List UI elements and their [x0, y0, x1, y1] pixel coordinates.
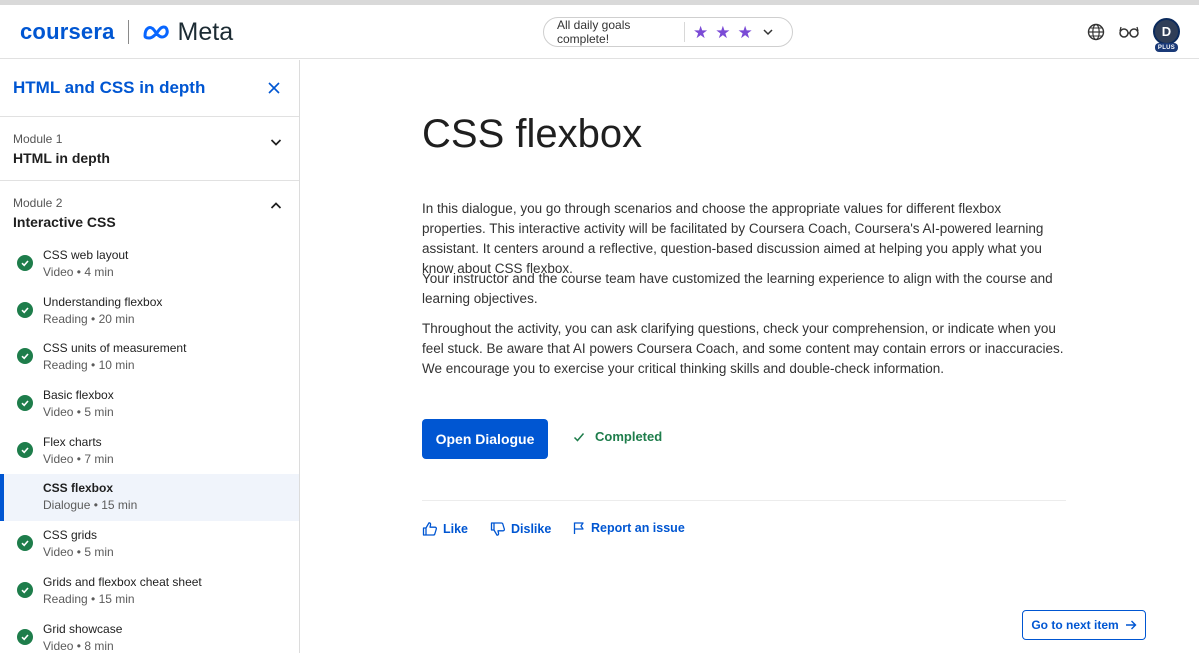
meta-infinity-icon	[143, 25, 169, 40]
list-item[interactable]: Grids and flexbox cheat sheet Reading • …	[0, 568, 299, 615]
star-icon: ★	[715, 22, 731, 42]
goals-separator	[684, 22, 685, 42]
list-item[interactable]: CSS units of measurement Reading • 10 mi…	[0, 334, 299, 381]
open-dialogue-button[interactable]: Open Dialogue	[422, 419, 548, 459]
item-title: CSS units of measurement	[43, 341, 187, 356]
list-item-selected[interactable]: CSS flexbox Dialogue • 15 min	[0, 474, 299, 522]
item-meta: Video • 7 min	[43, 451, 114, 466]
item-meta: Video • 4 min	[43, 265, 114, 279]
daily-goals-pill[interactable]: All daily goals complete! ★ ★ ★	[543, 17, 793, 47]
list-item[interactable]: Flex charts Video • 7 min	[0, 428, 299, 475]
chevron-down-icon[interactable]	[762, 26, 774, 38]
next-item-button[interactable]: Go to next item	[1022, 610, 1146, 640]
list-item[interactable]: Basic flexbox Video • 5 min	[0, 381, 299, 428]
meta-wordmark: Meta	[177, 17, 234, 46]
coursera-logo[interactable]: coursera	[20, 19, 115, 45]
item-meta: Reading • 20 min	[43, 311, 135, 326]
top-header: coursera Meta All daily goals complete! …	[0, 5, 1199, 59]
item-title: CSS flexbox	[43, 481, 114, 496]
plus-badge: PLUS	[1155, 43, 1178, 52]
check-circle-icon	[17, 395, 33, 412]
check-icon	[573, 431, 585, 443]
module-name: Interactive CSS	[13, 214, 116, 230]
globe-icon[interactable]	[1086, 22, 1106, 42]
check-circle-icon	[17, 348, 33, 365]
check-circle-icon	[17, 581, 33, 598]
brand-logos[interactable]: coursera Meta	[20, 17, 233, 47]
list-item[interactable]: CSS web layout Video • 4 min	[0, 241, 299, 288]
module-1-header[interactable]: Module 1 HTML in depth	[0, 117, 299, 181]
chevron-down-icon[interactable]	[268, 134, 284, 150]
completed-label: Completed	[595, 429, 663, 444]
main-content: CSS flexbox In this dialogue, you go thr…	[301, 60, 1199, 653]
logo-divider	[127, 20, 129, 44]
description-paragraph: In this dialogue, you go through scenari…	[422, 201, 1044, 276]
next-item-label: Go to next item	[1031, 618, 1119, 632]
check-circle-icon	[17, 255, 33, 271]
list-item[interactable]: CSS grids Video • 5 min	[0, 521, 299, 568]
chevron-up-icon[interactable]	[268, 198, 284, 214]
item-meta: Dialogue • 15 min	[43, 498, 138, 513]
glasses-icon[interactable]	[1118, 22, 1140, 42]
daily-goals-text: All daily goals complete!	[557, 18, 631, 46]
item-title: CSS web layout	[43, 248, 129, 262]
item-title: Flex charts	[43, 434, 102, 449]
module-label: Module 2	[13, 196, 63, 210]
check-circle-icon	[17, 441, 33, 458]
item-title: Understanding flexbox	[43, 294, 163, 309]
close-icon[interactable]	[266, 80, 282, 96]
check-circle-icon	[17, 535, 33, 552]
item-meta: Video • 5 min	[43, 405, 114, 420]
check-circle-icon	[17, 301, 33, 318]
like-label: Like	[443, 522, 469, 536]
like-button[interactable]: Like	[422, 521, 468, 537]
description-paragraph: Your instructor and the course team have…	[422, 271, 1053, 306]
check-circle-icon	[17, 628, 33, 645]
dislike-button[interactable]: Dislike	[490, 521, 551, 537]
module-2-items: CSS web layout Video • 4 min Understandi…	[0, 241, 299, 653]
divider	[422, 500, 1066, 501]
dislike-label: Dislike	[511, 522, 552, 536]
course-sidebar: HTML and CSS in depth Module 1 HTML in d…	[0, 60, 300, 653]
module-name: HTML in depth	[13, 150, 110, 166]
description-paragraph: Throughout the activity, you can ask cla…	[422, 321, 1064, 376]
module-label: Module 1	[13, 132, 63, 146]
list-item[interactable]: Understanding flexbox Reading • 20 min	[0, 288, 299, 335]
item-title: CSS grids	[43, 528, 98, 543]
report-issue-label: Report an issue	[591, 521, 685, 535]
item-title: Basic flexbox	[43, 388, 114, 403]
item-meta: Video • 8 min	[43, 638, 114, 653]
completed-status: Completed	[573, 429, 662, 444]
thumbs-down-icon	[490, 521, 506, 537]
item-meta: Reading • 10 min	[43, 358, 135, 373]
meta-logo: Meta	[142, 17, 234, 47]
arrow-right-icon	[1125, 619, 1137, 631]
course-title[interactable]: HTML and CSS in depth	[13, 78, 205, 98]
star-icon: ★	[693, 22, 709, 42]
sidebar-header: HTML and CSS in depth	[0, 60, 299, 117]
module-2-header[interactable]: Module 2 Interactive CSS	[0, 181, 299, 241]
page-title: CSS flexbox	[422, 112, 643, 156]
flag-icon	[572, 521, 586, 535]
list-item[interactable]: Grid showcase Video • 8 min	[0, 615, 299, 653]
report-issue-button[interactable]: Report an issue	[572, 521, 685, 535]
star-icon: ★	[737, 22, 753, 42]
item-meta: Reading • 15 min	[43, 591, 135, 606]
thumbs-up-icon	[422, 521, 438, 537]
item-title: Grid showcase	[43, 621, 123, 636]
avatar[interactable]: D	[1153, 18, 1180, 45]
item-title: Grids and flexbox cheat sheet	[43, 574, 202, 589]
item-meta: Video • 5 min	[43, 545, 114, 560]
